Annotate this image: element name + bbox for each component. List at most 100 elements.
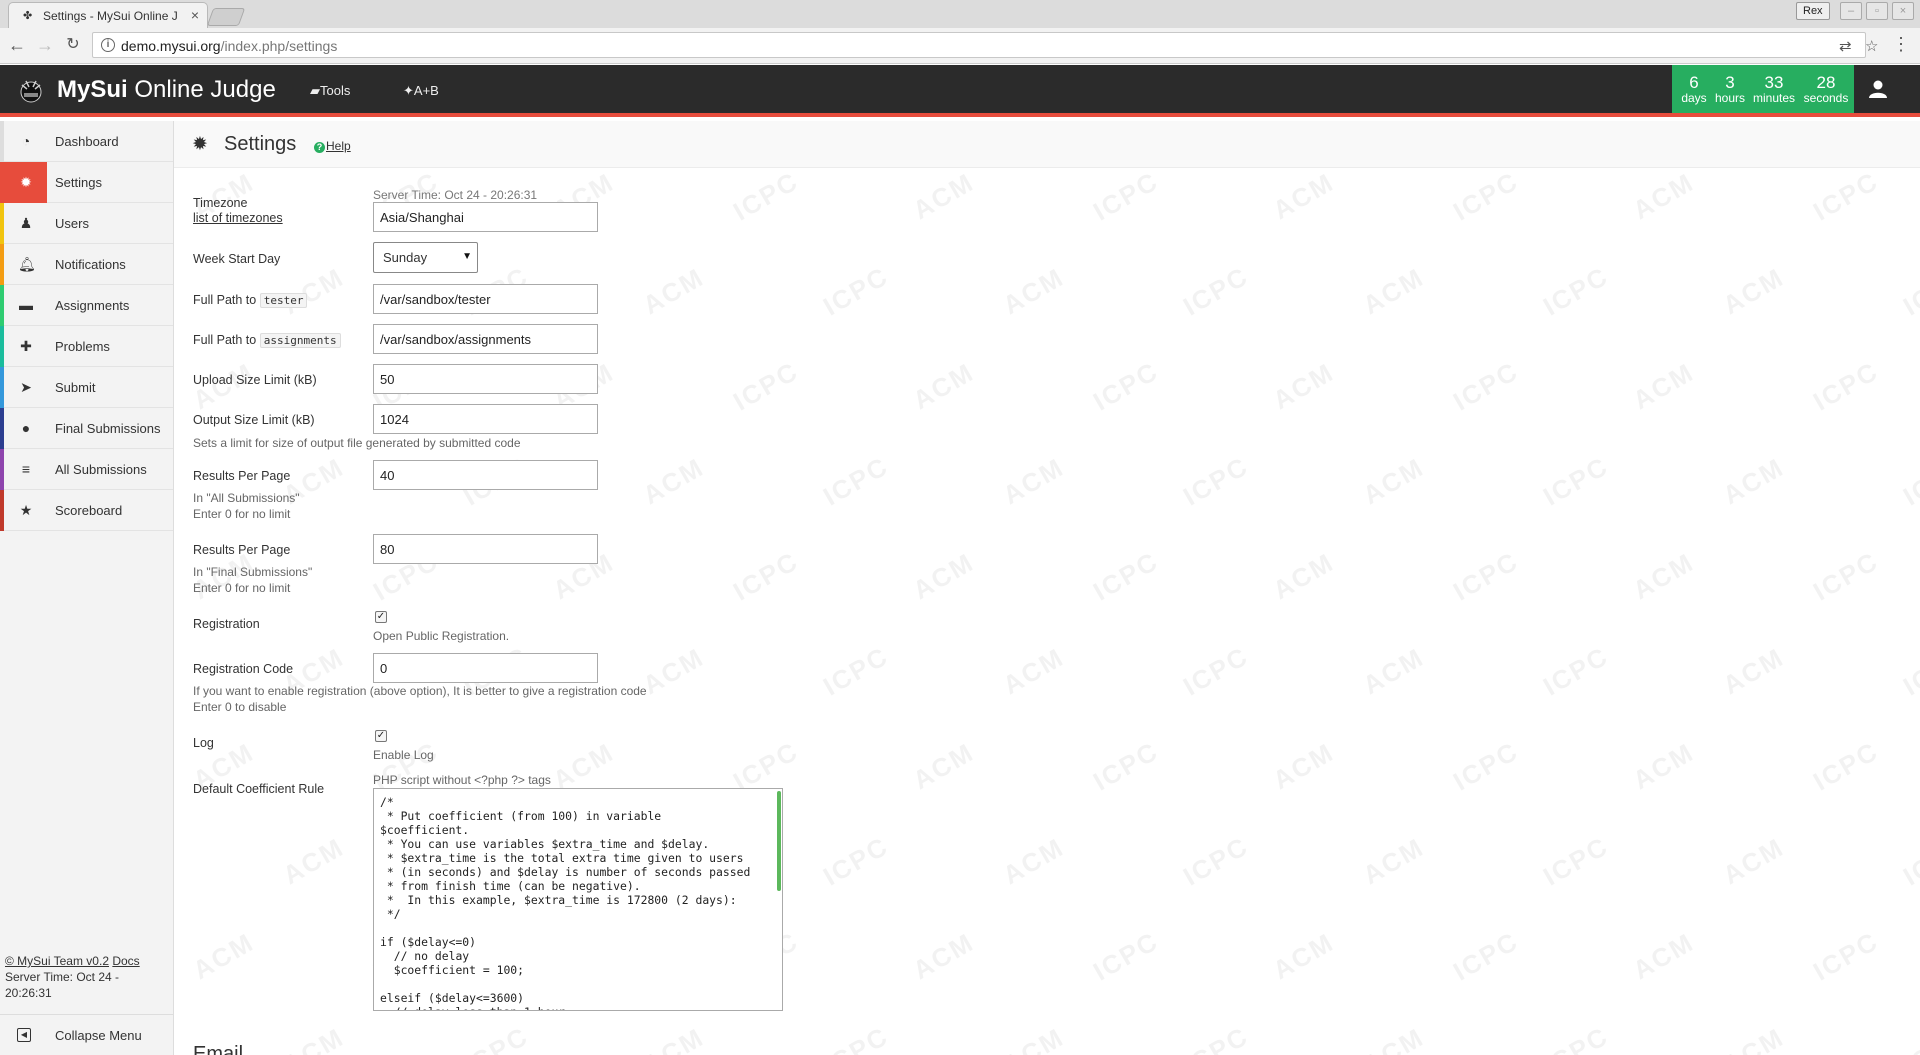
watermark-text: ACM (1267, 166, 1339, 226)
watermark-text: ICPC (817, 640, 894, 702)
maximize-button[interactable]: ▫ (1866, 2, 1888, 20)
docs-link[interactable]: Docs (112, 954, 139, 968)
sidebar-stripe (0, 408, 4, 449)
nav-tools[interactable]: ▰Tools (310, 83, 350, 99)
sidebar-item-label: Users (55, 216, 89, 231)
countdown-minutes-unit: minutes (1752, 91, 1796, 105)
upload-limit-input[interactable] (373, 364, 598, 394)
sidebar-stripe (0, 367, 4, 408)
collapse-menu-button[interactable]: ◀ Collapse Menu (0, 1014, 173, 1055)
assignments-path-input[interactable] (373, 324, 598, 354)
forward-icon[interactable]: → (34, 34, 56, 56)
registration-code-input[interactable] (373, 653, 598, 683)
watermark-text: ICPC (1537, 450, 1614, 512)
help-link[interactable]: ? Help (314, 139, 351, 153)
watermark-text: ACM (997, 451, 1069, 511)
watermark-text: ACM (1357, 451, 1429, 511)
sidebar-item-assignments[interactable]: ▬ Assignments (0, 285, 173, 326)
watermark-text: ICPC (727, 545, 804, 607)
timezone-list-link[interactable]: list of timezones (193, 211, 283, 225)
sidebar-item-problems[interactable]: ✚ Problems (0, 326, 173, 367)
assignments-path-label: Full Path to assignments (193, 333, 341, 348)
watermark-text: ICPC (1537, 640, 1614, 702)
watermark-text: ACM (997, 1021, 1069, 1055)
tester-path-text: Full Path to (193, 293, 257, 307)
tester-path-input[interactable] (373, 284, 598, 314)
sidebar-item-label: Dashboard (55, 134, 119, 149)
sidebar-stripe (0, 326, 4, 367)
sidebar-item-scoreboard[interactable]: ★ Scoreboard (0, 490, 173, 531)
results-per-page-all-input[interactable] (373, 460, 598, 490)
sidebar-stripe (0, 244, 4, 285)
url-bar[interactable]: i demo.mysui.org/index.php/settings ⇄ ☆ (92, 32, 1878, 58)
back-icon[interactable]: ← (6, 34, 28, 56)
reload-icon[interactable]: ↻ (62, 34, 84, 56)
sidebar-item-final-submissions[interactable]: ● Final Submissions (0, 408, 173, 449)
watermark-text: ICPC (1447, 165, 1524, 227)
watermark-text: ICPC (1897, 830, 1920, 892)
sidebar-item-dashboard[interactable]: ◔ Dashboard (0, 121, 173, 162)
watermark-text: ICPC (1897, 640, 1920, 702)
registration-checkbox[interactable]: ✓ (375, 611, 387, 623)
tab-close-icon[interactable]: × (191, 7, 199, 23)
registration-note: Open Public Registration. (373, 629, 510, 643)
timezone-list-label: list of timezones (193, 211, 283, 225)
sidebar-item-submit[interactable]: ➤ Submit (0, 367, 173, 408)
countdown-seconds: 28 seconds (1800, 65, 1852, 105)
profile-button[interactable]: Rex (1796, 2, 1830, 20)
timezone-label: Timezone (193, 196, 248, 210)
bookmark-star-icon[interactable]: ☆ (1865, 37, 1878, 55)
nav-aplusb-label: A+B (413, 83, 439, 98)
watermark-text: ICPC (1087, 545, 1164, 607)
watermark-text: ICPC (1807, 925, 1884, 987)
browser-menu-icon[interactable]: ⋮ (1892, 34, 1910, 55)
watermark-text: ACM (907, 166, 979, 226)
browser-tabbar: ✤ Settings - MySui Online J × Rex – ▫ × (0, 0, 1920, 28)
watermark-text: ACM (1627, 736, 1699, 796)
main-content: ACM ICPC ACM ICPC ACM ICPC ACM ICPC ACM ICPC ACM AC… (174, 121, 1920, 1055)
sidebar-item-notifications[interactable]: 🔔︎ Notifications (0, 244, 173, 285)
nav-aplusb[interactable]: ✦A+B (403, 83, 439, 99)
star-icon: ★ (19, 502, 33, 518)
week-start-select[interactable]: Sunday ▼ (373, 242, 478, 273)
user-icon[interactable] (1868, 79, 1888, 99)
team-link[interactable]: © MySui Team v0.2 (5, 954, 109, 968)
gear-icon: ✹ (20, 174, 32, 190)
output-limit-input[interactable] (373, 404, 598, 434)
log-checkbox[interactable]: ✓ (375, 730, 387, 742)
list-icon: ≡ (21, 461, 31, 477)
watermark-text: ACM (1267, 546, 1339, 606)
watermark-text: ACM (1267, 926, 1339, 986)
watermark-text: ICPC (1177, 1020, 1254, 1055)
sidebar-stripe (0, 285, 4, 326)
results-per-page-final-input[interactable] (373, 534, 598, 564)
sidebar-server-time: Server Time: Oct 24 - 20:26:31 (5, 970, 120, 1000)
watermark-text: ICPC (727, 165, 804, 227)
watermark-text: ACM (997, 261, 1069, 321)
sidebar-item-all-submissions[interactable]: ≡ All Submissions (0, 449, 173, 490)
watermark-text: ICPC (1537, 830, 1614, 892)
minimize-button[interactable]: – (1840, 2, 1862, 20)
translate-icon[interactable]: ⇄ (1839, 37, 1852, 55)
watermark-text: ACM (277, 1021, 349, 1055)
sidebar-item-settings[interactable]: ✹ Settings (0, 162, 173, 203)
new-tab-button[interactable] (206, 8, 246, 26)
watermark-text: ACM (1717, 451, 1789, 511)
brand-title[interactable]: MySui Online Judge (57, 76, 276, 104)
textarea-scrollbar[interactable] (777, 791, 781, 891)
timezone-input[interactable] (373, 202, 598, 232)
collapse-icon: ◀ (17, 1028, 31, 1042)
coefficient-rule-textarea[interactable]: /* * Put coefficient (from 100) in varia… (373, 788, 783, 1011)
url-path: /index.php/settings (220, 38, 338, 54)
sidebar-item-label: Scoreboard (55, 503, 123, 518)
logo-icon[interactable] (18, 79, 44, 103)
sidebar-item-users[interactable]: ♟ Users (0, 203, 173, 244)
results-per-page-final-note: In "Final Submissions" (193, 565, 313, 579)
close-window-button[interactable]: × (1892, 2, 1914, 20)
no-limit-note: Enter 0 for no limit (193, 581, 291, 595)
watermark-text: ACM (907, 736, 979, 796)
browser-tab[interactable]: ✤ Settings - MySui Online J × (8, 2, 208, 28)
countdown-days-unit: days (1681, 91, 1707, 105)
info-icon[interactable]: i (101, 38, 115, 52)
watermark-text: ICPC (1087, 735, 1164, 797)
